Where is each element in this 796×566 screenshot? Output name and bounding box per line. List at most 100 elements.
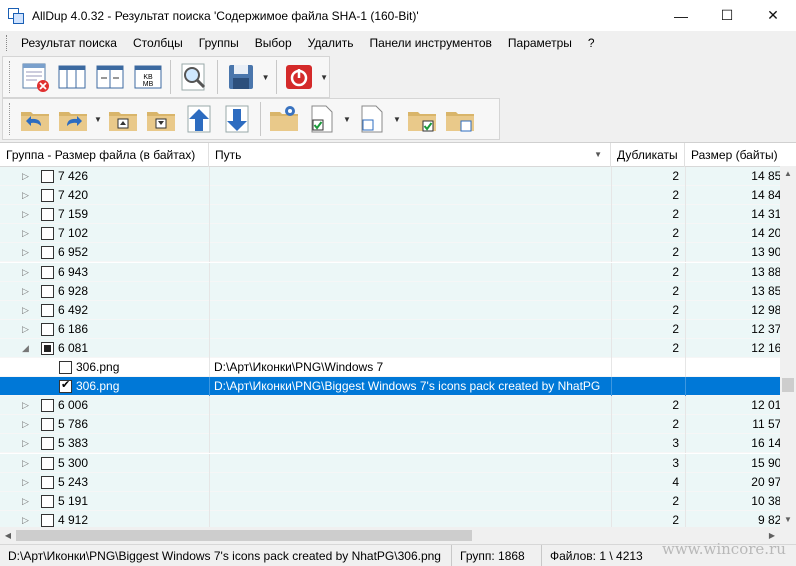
scroll-up-icon[interactable]: ▲ — [780, 166, 796, 182]
row-checkbox[interactable] — [41, 189, 54, 202]
file-row[interactable]: 306.png D:\Арт\Иконки\PNG\Windows 7 — [0, 358, 780, 377]
horizontal-scroll-thumb[interactable] — [16, 530, 473, 541]
deselect-files-dropdown[interactable]: ▼ — [392, 101, 402, 137]
expand-icon[interactable]: ▷ — [22, 454, 32, 473]
expand-icon[interactable]: ▷ — [22, 282, 32, 301]
expand-icon[interactable]: ▷ — [22, 167, 32, 186]
expand-icon[interactable]: ▷ — [22, 434, 32, 453]
column-width-button[interactable] — [92, 59, 128, 95]
expand-icon[interactable]: ▷ — [22, 186, 32, 205]
toolbar-grip[interactable] — [9, 103, 12, 135]
group-row[interactable]: ▷ 5 191 2 10 382 — [0, 492, 788, 511]
undo-button[interactable] — [17, 101, 53, 137]
row-checkbox[interactable] — [41, 266, 54, 279]
column-header-path[interactable]: Путь ▼ — [209, 143, 611, 167]
maximize-button[interactable]: ☐ — [704, 0, 750, 31]
column-header-size[interactable]: Размер (байты) — [685, 143, 796, 167]
redo-dropdown[interactable]: ▼ — [93, 101, 103, 137]
column-header-duplicates[interactable]: Дубликаты — [611, 143, 685, 167]
row-checkbox[interactable] — [41, 246, 54, 259]
row-checkbox[interactable] — [41, 495, 54, 508]
row-checkbox[interactable] — [59, 378, 72, 393]
select-files-button[interactable] — [304, 101, 340, 137]
scroll-left-icon[interactable]: ◀ — [0, 527, 16, 544]
menu-selection[interactable]: Выбор — [247, 31, 300, 55]
group-row[interactable]: ▷ 5 300 3 15 900 — [0, 454, 788, 473]
row-checkbox[interactable] — [41, 342, 54, 355]
expand-icon[interactable]: ▷ — [22, 205, 32, 224]
menu-search-results[interactable]: Результат поиска — [13, 31, 125, 55]
expand-icon[interactable]: ▷ — [22, 224, 32, 243]
group-row[interactable]: ▷ 5 243 4 20 972 — [0, 473, 788, 492]
toolbar-grip[interactable] — [9, 61, 12, 93]
expand-icon[interactable]: ▷ — [22, 492, 32, 511]
group-row[interactable]: ▷ 7 159 2 14 318 — [0, 205, 788, 224]
row-checkbox[interactable] — [41, 514, 54, 527]
group-row[interactable]: ◢ 6 081 2 12 162 — [0, 339, 788, 358]
chevron-down-icon[interactable]: ▼ — [594, 143, 602, 167]
menu-settings[interactable]: Параметры — [500, 31, 580, 55]
expand-icon[interactable]: ▷ — [22, 415, 32, 434]
menu-delete[interactable]: Удалить — [300, 31, 362, 55]
row-checkbox[interactable] — [41, 476, 54, 489]
group-row[interactable]: ▷ 7 102 2 14 204 — [0, 224, 788, 243]
move-down-button[interactable] — [219, 101, 255, 137]
columns-button[interactable] — [55, 59, 91, 95]
group-row[interactable]: ▷ 7 426 2 14 852 — [0, 167, 788, 186]
close-button[interactable]: ✕ — [750, 0, 796, 31]
row-checkbox[interactable] — [41, 418, 54, 431]
redo-button[interactable] — [55, 101, 91, 137]
group-row[interactable]: ▷ 6 492 2 12 984 — [0, 301, 788, 320]
expand-icon[interactable]: ▷ — [22, 263, 32, 282]
folder-settings-button[interactable] — [266, 101, 302, 137]
expand-icon[interactable]: ▷ — [22, 301, 32, 320]
group-row[interactable]: ▷ 6 943 2 13 886 — [0, 263, 788, 282]
group-row[interactable]: ▷ 6 006 2 12 012 — [0, 396, 788, 415]
scroll-down-icon[interactable]: ▼ — [780, 512, 796, 528]
select-files-dropdown[interactable]: ▼ — [342, 101, 352, 137]
group-row[interactable]: ▷ 4 912 2 9 824 — [0, 511, 788, 528]
row-checkbox[interactable] — [41, 208, 54, 221]
results-grid[interactable]: Группа - Размер файла (в байтах) Путь ▼ … — [0, 142, 796, 528]
menu-help[interactable]: ? — [580, 31, 603, 55]
menu-groups[interactable]: Группы — [191, 31, 247, 55]
exit-dropdown[interactable]: ▼ — [319, 59, 329, 95]
row-checkbox[interactable] — [41, 285, 54, 298]
close-results-button[interactable] — [17, 59, 53, 95]
vertical-scroll-thumb[interactable] — [782, 377, 794, 392]
exit-button[interactable] — [281, 59, 317, 95]
row-checkbox[interactable] — [41, 227, 54, 240]
deselect-folder-button[interactable] — [442, 101, 478, 137]
deselect-files-button[interactable] — [354, 101, 390, 137]
row-checkbox[interactable] — [41, 323, 54, 336]
vertical-scrollbar[interactable]: ▲ ▼ — [780, 166, 796, 528]
group-row[interactable]: ▷ 5 786 2 11 572 — [0, 415, 788, 434]
expand-icon[interactable]: ▷ — [22, 243, 32, 262]
file-row[interactable]: 306.png D:\Арт\Иконки\PNG\Biggest Windows… — [0, 377, 780, 396]
expand-groups-button[interactable] — [143, 101, 179, 137]
row-checkbox[interactable] — [41, 399, 54, 412]
select-folder-button[interactable] — [404, 101, 440, 137]
preview-button[interactable] — [176, 59, 212, 95]
column-header-group[interactable]: Группа - Размер файла (в байтах) — [0, 143, 209, 167]
row-checkbox[interactable] — [41, 457, 54, 470]
save-button[interactable] — [223, 59, 259, 95]
minimize-button[interactable]: — — [658, 0, 704, 31]
row-checkbox[interactable] — [41, 170, 54, 183]
group-row[interactable]: ▷ 5 383 3 16 149 — [0, 434, 788, 453]
group-row[interactable]: ▷ 6 952 2 13 904 — [0, 243, 788, 262]
expand-icon[interactable]: ▷ — [22, 473, 32, 492]
menu-grip[interactable] — [6, 35, 9, 51]
move-up-button[interactable] — [181, 101, 217, 137]
save-dropdown[interactable]: ▼ — [261, 59, 271, 95]
group-row[interactable]: ▷ 7 420 2 14 840 — [0, 186, 788, 205]
collapse-groups-button[interactable] — [105, 101, 141, 137]
expand-icon[interactable]: ▷ — [22, 396, 32, 415]
expand-icon[interactable]: ▷ — [22, 511, 32, 528]
group-row[interactable]: ▷ 6 928 2 13 856 — [0, 282, 788, 301]
group-row[interactable]: ▷ 6 186 2 12 372 — [0, 320, 788, 339]
collapse-icon[interactable]: ◢ — [22, 339, 32, 358]
expand-icon[interactable]: ▷ — [22, 320, 32, 339]
menu-columns[interactable]: Столбцы — [125, 31, 191, 55]
size-units-button[interactable]: KB MB — [130, 59, 166, 95]
